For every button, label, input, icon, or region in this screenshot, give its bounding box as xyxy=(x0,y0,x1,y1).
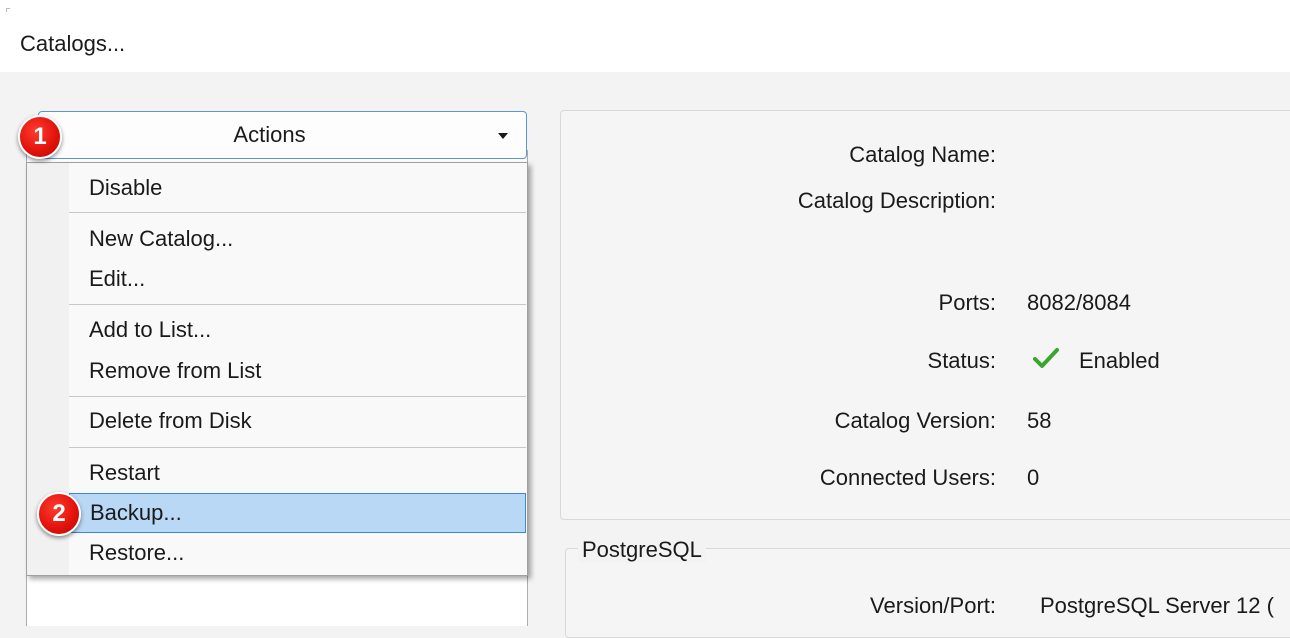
menu-separator xyxy=(69,212,526,213)
connected-users-label: Connected Users: xyxy=(819,465,996,490)
status-label: Status: xyxy=(927,348,996,373)
window-corner xyxy=(6,8,10,12)
actions-dropdown-button[interactable]: Actions xyxy=(38,111,527,159)
checkmark-icon xyxy=(1033,348,1059,368)
menu-item-backup[interactable]: Backup... xyxy=(69,493,526,533)
menu-item-add-to-list[interactable]: Add to List... xyxy=(69,310,526,350)
version-port-label: Version/Port: xyxy=(870,593,996,618)
window-title: Catalogs... xyxy=(20,31,126,56)
menu-item-new-catalog[interactable]: New Catalog... xyxy=(69,219,526,259)
postgresql-group-title: PostgreSQL xyxy=(578,537,706,563)
ports-label: Ports: xyxy=(938,290,996,315)
actions-menu: Disable New Catalog... Edit... Add to Li… xyxy=(26,162,528,576)
menu-item-remove-from-list[interactable]: Remove from List xyxy=(69,351,526,391)
version-port-value: PostgreSQL Server 12 ( xyxy=(1040,593,1274,618)
chevron-down-icon xyxy=(498,133,508,139)
menu-separator xyxy=(69,447,526,448)
status-value: Enabled xyxy=(1079,348,1160,373)
menu-item-disable[interactable]: Disable xyxy=(69,168,526,208)
menu-item-delete-from-disk[interactable]: Delete from Disk xyxy=(69,401,526,441)
connected-users-value: 0 xyxy=(1027,465,1040,490)
menu-item-restart[interactable]: Restart xyxy=(69,453,526,493)
menu-separator xyxy=(69,304,526,305)
catalog-details-panel xyxy=(560,110,1290,520)
step-badge-2: 2 xyxy=(37,492,81,536)
menu-item-restore[interactable]: Restore... xyxy=(69,533,526,573)
ports-value: 8082/8084 xyxy=(1027,290,1131,315)
catalog-name-label: Catalog Name: xyxy=(849,142,996,167)
window-title-bar: Catalogs... xyxy=(0,0,1290,72)
menu-item-edit[interactable]: Edit... xyxy=(69,259,526,299)
catalog-description-label: Catalog Description: xyxy=(797,188,996,213)
catalog-version-value: 58 xyxy=(1027,408,1052,433)
menu-separator xyxy=(69,396,526,397)
catalog-version-label: Catalog Version: xyxy=(834,408,996,433)
step-badge-1: 1 xyxy=(18,115,62,159)
actions-label: Actions xyxy=(233,122,306,147)
